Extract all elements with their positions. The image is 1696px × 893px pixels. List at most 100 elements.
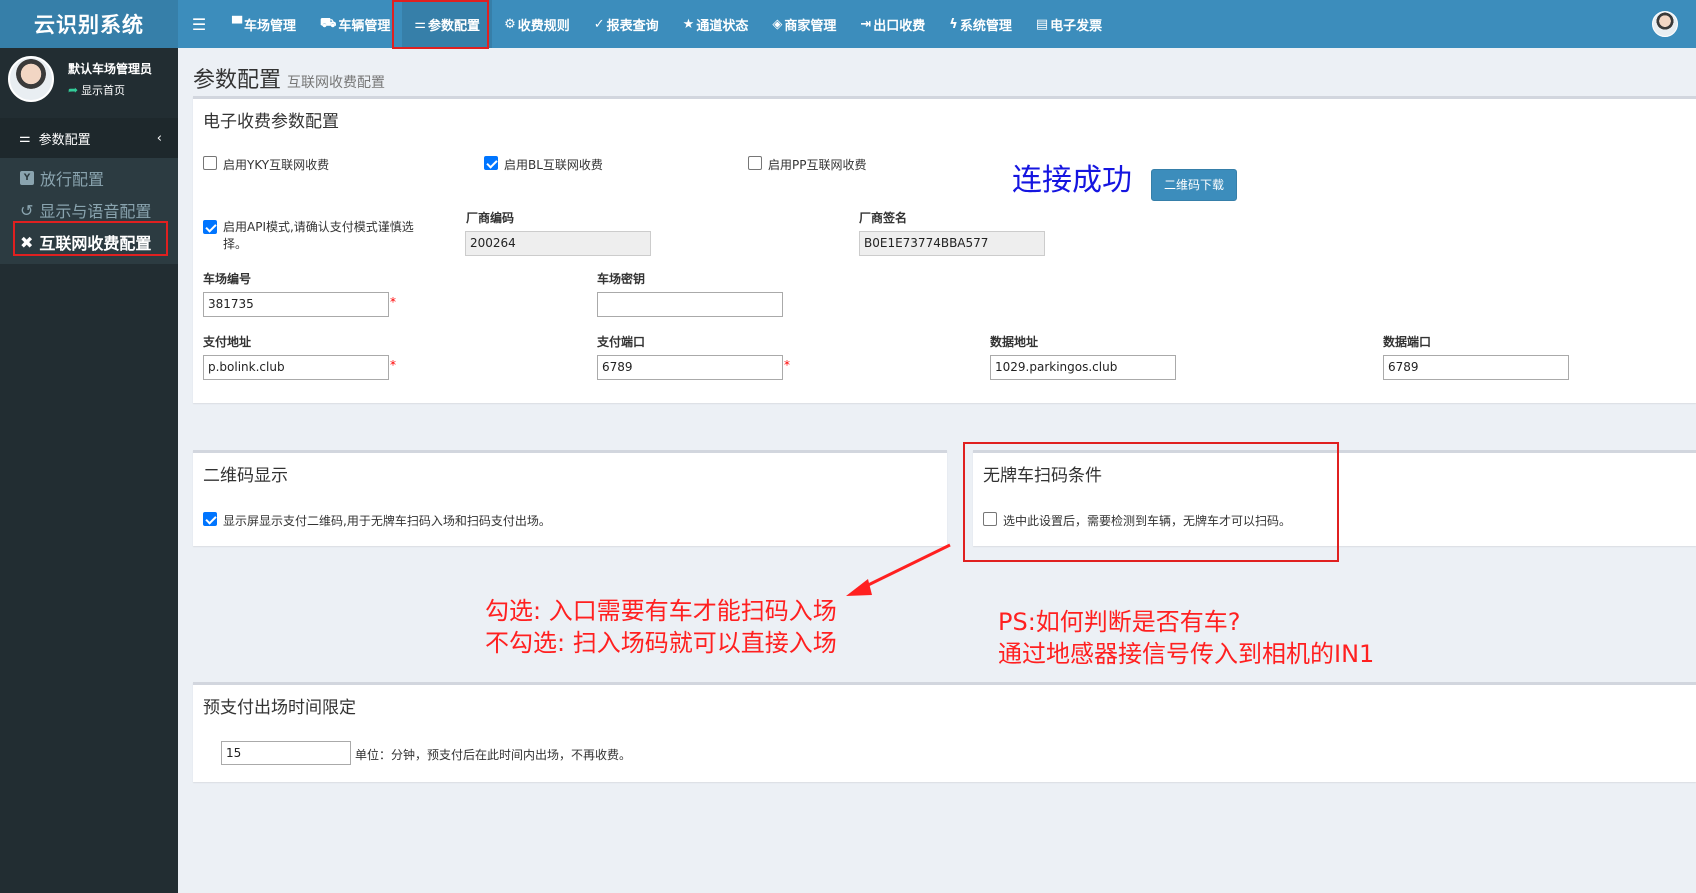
qr-download-button[interactable]: 二维码下载 (1151, 169, 1238, 201)
bl-checkbox[interactable] (484, 156, 498, 170)
diamond-icon: ◈ (772, 16, 783, 32)
nav-fee-rules[interactable]: ⚙ 收费规则 (492, 0, 582, 48)
data-port-input[interactable]: 6789 (1383, 355, 1569, 380)
qr-display-checkbox[interactable] (203, 512, 217, 526)
bolt-icon: ϟ (949, 16, 958, 32)
vendor-sign-input[interactable]: B0E1E73774BBA577 (859, 231, 1045, 256)
nav-label: 系统管理 (959, 18, 1012, 34)
pp-label: 启用PP互联网收费 (768, 158, 867, 172)
required-mark: * (390, 295, 396, 309)
nav-e-invoice[interactable]: ▤ 电子发票 (1024, 0, 1114, 48)
nav-label: 通道状态 (696, 18, 749, 34)
show-home-label: 显示首页 (81, 84, 126, 97)
pay-port-label: 支付端口 (597, 335, 646, 349)
required-mark: * (784, 358, 790, 372)
connection-status: 连接成功 (1012, 163, 1132, 198)
user-avatar (8, 56, 54, 102)
nav-label: 车场管理 (244, 18, 297, 34)
star-icon: ★ (682, 16, 695, 32)
yky-toggle[interactable]: 启用YKY互联网收费 (203, 156, 329, 173)
pay-addr-input[interactable]: p.bolink.club (203, 355, 389, 380)
qr-display-label: 显示屏显示支付二维码,用于无牌车扫码入场和扫码支付出场。 (223, 514, 551, 528)
prepay-minutes-input[interactable]: 15 (221, 741, 351, 765)
highlight-no-plate (963, 442, 1339, 562)
nav-lot-management[interactable]: ▀ 车场管理 (220, 0, 308, 48)
show-home-link[interactable]: ➦ 显示首页 (68, 82, 152, 98)
lot-no-input[interactable]: 381735 (203, 292, 389, 317)
y-square-icon: Y (20, 171, 34, 185)
sliders-icon: ⚌ (19, 130, 31, 146)
exit-icon: ⇥ (860, 16, 872, 32)
api-mode-label-line1: 启用API模式,请确认支付模式谨慎选 (223, 220, 414, 234)
vendor-code-label: 厂商编码 (466, 211, 515, 225)
page-title: 参数配置 互联网收费配置 (193, 62, 385, 94)
annotation-check-text: 勾选: 入口需要有车才能扫码入场 不勾选: 扫入场码就可以直接入场 (485, 595, 837, 659)
user-name: 默认车场管理员 (68, 62, 153, 76)
pay-addr-label: 支付地址 (203, 335, 252, 349)
user-panel: 默认车场管理员 ➦ 显示首页 (0, 48, 178, 110)
check-icon: ✓ (593, 16, 605, 32)
lot-key-label: 车场密钥 (597, 272, 646, 286)
invoice-icon: ▤ (1035, 16, 1049, 32)
nav-vehicle-management[interactable]: ⛟ 车辆管理 (308, 0, 402, 48)
lot-key-input[interactable] (597, 292, 783, 317)
car-park-icon: ▀ (232, 16, 242, 32)
pay-port-input[interactable]: 6789 (597, 355, 783, 380)
prepay-unit-text: 单位：分钟，预支付后在此时间内出场，不再收费。 (355, 748, 632, 762)
sidebar-item-release-config[interactable]: Y 放行配置 (0, 162, 178, 194)
annotation-ps-line1: PS:如何判断是否有车? (998, 608, 1241, 636)
api-mode-label-line2: 择。 (223, 237, 248, 251)
api-mode-toggle[interactable]: 启用API模式,请确认支付模式谨慎选 择。 (203, 219, 443, 253)
prepay-box: 预支付出场时间限定 15 单位：分钟，预支付后在此时间内出场，不再收费。 (193, 682, 1696, 782)
pp-checkbox[interactable] (748, 156, 762, 170)
vendor-code-input[interactable]: 200264 (465, 231, 651, 256)
share-arrow-icon: ➦ (68, 83, 79, 97)
annotation-ps-line2: 通过地感器接信号传入到相机的IN1 (998, 640, 1375, 668)
nav-user-avatar[interactable] (1652, 11, 1678, 37)
annotation-arrow (846, 543, 951, 596)
nav-label: 收费规则 (517, 18, 570, 34)
bl-toggle[interactable]: 启用BL互联网收费 (484, 156, 603, 173)
sidebar-item-label: 放行配置 (40, 170, 105, 189)
sidebar: 云识别系统 默认车场管理员 ➦ 显示首页 ⚌ 参数配置 ‹ Y 放行配置 ↺ 显… (0, 0, 178, 893)
nav-lane-status[interactable]: ★ 通道状态 (671, 0, 761, 48)
data-addr-input[interactable]: 1029.parkingos.club (990, 355, 1176, 380)
chevron-left-icon: ‹ (156, 130, 162, 146)
qr-display-title: 二维码显示 (203, 466, 288, 486)
required-mark: * (390, 358, 396, 372)
vendor-sign-label: 厂商签名 (859, 211, 908, 225)
nav-merchant-management[interactable]: ◈ 商家管理 (760, 0, 848, 48)
annotation-check-line1: 勾选: 入口需要有车才能扫码入场 (485, 597, 837, 625)
nav-system-management[interactable]: ϟ 系统管理 (937, 0, 1024, 48)
history-icon: ↺ (20, 200, 34, 220)
nav-label: 电子发票 (1050, 18, 1103, 34)
yky-checkbox[interactable] (203, 156, 217, 170)
highlight-nav-param-config (392, 0, 489, 49)
app-logo[interactable]: 云识别系统 (0, 0, 178, 48)
sidebar-item-label: 显示与语音配置 (39, 202, 152, 221)
sidebar-section-param-config[interactable]: ⚌ 参数配置 ‹ (0, 118, 178, 158)
highlight-sidebar-active (13, 221, 168, 256)
nav-label: 车辆管理 (338, 18, 391, 34)
data-addr-label: 数据地址 (990, 335, 1039, 349)
pp-toggle[interactable]: 启用PP互联网收费 (748, 156, 866, 173)
page-subtitle: 互联网收费配置 (287, 75, 386, 91)
sidebar-section-label: 参数配置 (38, 132, 91, 148)
fee-config-box: 电子收费参数配置 启用YKY互联网收费 启用BL互联网收费 启用PP互联网收费 … (193, 96, 1696, 403)
lot-no-label: 车场编号 (203, 272, 252, 286)
gears-icon: ⚙ (504, 16, 516, 32)
prepay-title: 预支付出场时间限定 (203, 698, 356, 718)
annotation-ps-text: PS:如何判断是否有车? 通过地感器接信号传入到相机的IN1 (998, 606, 1374, 670)
nav-exit-fee[interactable]: ⇥ 出口收费 (848, 0, 937, 48)
qr-display-box: 二维码显示 显示屏显示支付二维码,用于无牌车扫码入场和扫码支付出场。 (193, 450, 947, 546)
qr-display-toggle[interactable]: 显示屏显示支付二维码,用于无牌车扫码入场和扫码支付出场。 (203, 512, 551, 529)
api-mode-label: 启用API模式,请确认支付模式谨慎选 择。 (223, 219, 414, 253)
page-title-text: 参数配置 (193, 68, 282, 93)
fee-config-title: 电子收费参数配置 (203, 112, 339, 132)
yky-label: 启用YKY互联网收费 (223, 158, 330, 172)
bl-label: 启用BL互联网收费 (504, 158, 603, 172)
nav-reports[interactable]: ✓ 报表查询 (582, 0, 671, 48)
menu-toggle-icon[interactable]: ☰ (178, 15, 220, 34)
api-mode-checkbox[interactable] (203, 220, 217, 234)
nav-label: 商家管理 (784, 18, 837, 34)
